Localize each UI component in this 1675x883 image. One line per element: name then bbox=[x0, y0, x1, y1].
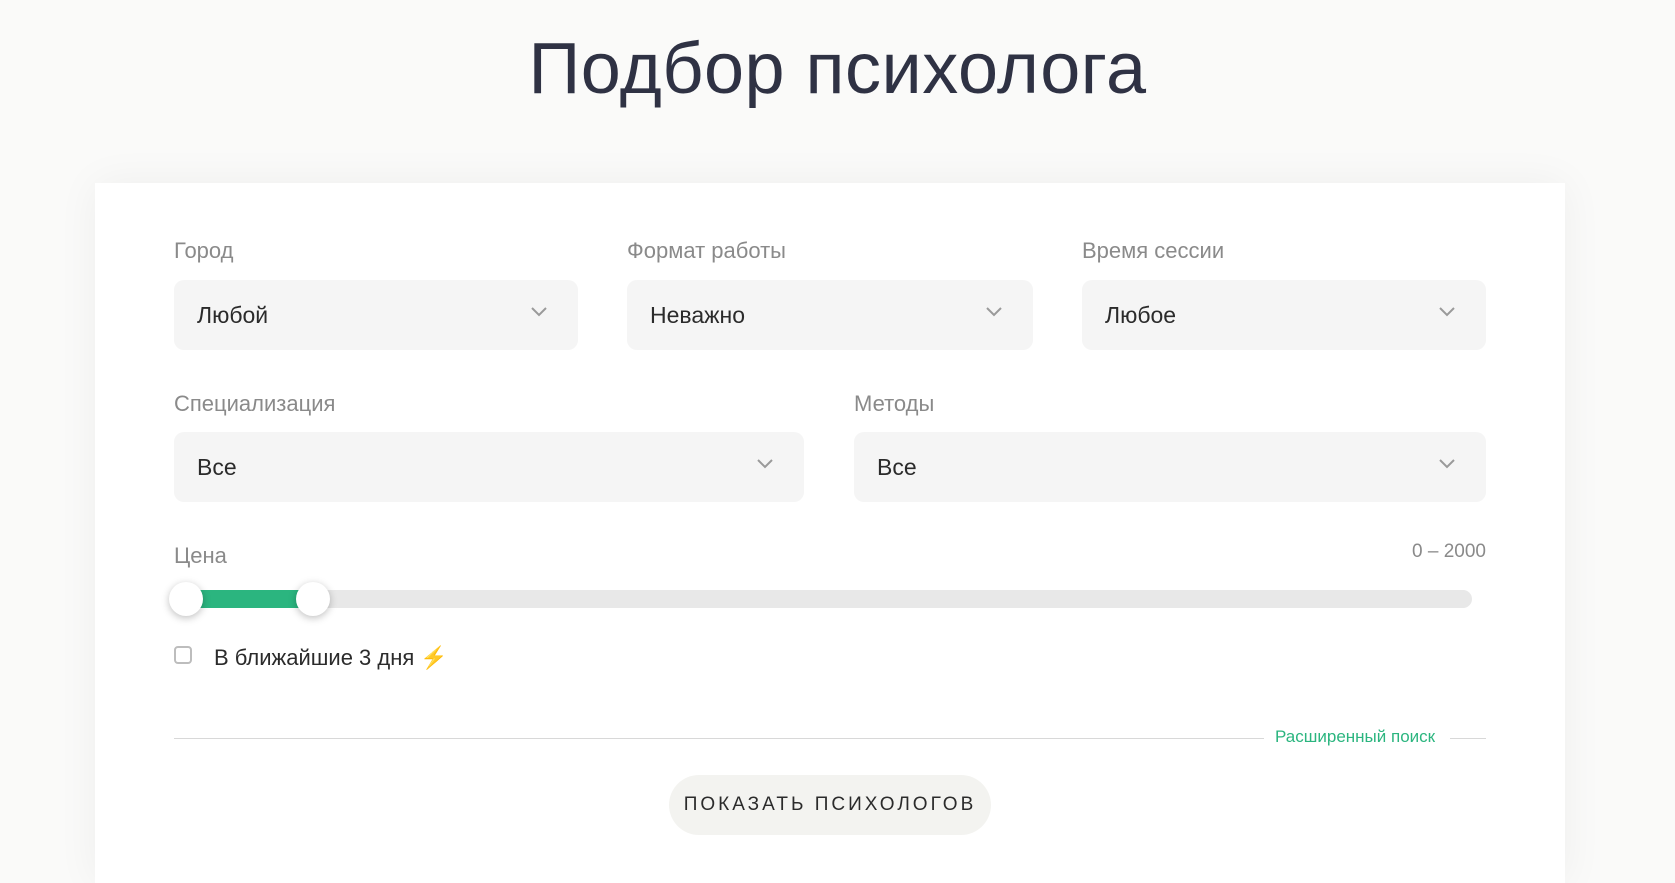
methods-value: Все bbox=[877, 453, 917, 480]
price-max-handle[interactable] bbox=[296, 582, 331, 616]
format-select[interactable]: Неважно bbox=[627, 280, 1033, 350]
specialization-value: Все bbox=[197, 453, 237, 480]
price-slider[interactable] bbox=[169, 582, 1472, 616]
soon-checkbox[interactable] bbox=[174, 646, 192, 664]
filter-card: Город Любой Формат работы Неважно Время … bbox=[95, 183, 1565, 883]
chevron-down-icon bbox=[531, 307, 547, 317]
specialization-label: Специализация bbox=[174, 391, 336, 416]
soon-label-text: В ближайшие 3 дня bbox=[214, 645, 415, 670]
price-slider-fill bbox=[186, 590, 314, 608]
soon-label[interactable]: В ближайшие 3 дня ⚡ bbox=[214, 645, 448, 671]
price-label: Цена bbox=[174, 543, 227, 568]
advanced-search-link[interactable]: Расширенный поиск bbox=[1275, 727, 1435, 747]
time-select[interactable]: Любое bbox=[1082, 280, 1486, 350]
time-label: Время сессии bbox=[1082, 238, 1225, 263]
methods-label: Методы bbox=[854, 391, 935, 416]
lightning-icon: ⚡ bbox=[420, 645, 448, 670]
time-value: Любое bbox=[1105, 301, 1177, 328]
city-select[interactable]: Любой bbox=[174, 280, 578, 350]
specialization-select[interactable]: Все bbox=[174, 432, 804, 502]
chevron-down-icon bbox=[1439, 307, 1455, 317]
city-label: Город bbox=[174, 238, 234, 263]
show-psychologists-button[interactable]: ПОКАЗАТЬ ПСИХОЛОГОВ bbox=[669, 775, 991, 835]
chevron-down-icon bbox=[986, 307, 1002, 317]
format-value: Неважно bbox=[650, 301, 746, 328]
chevron-down-icon bbox=[1439, 459, 1455, 469]
format-label: Формат работы bbox=[627, 238, 786, 263]
chevron-down-icon bbox=[757, 459, 773, 469]
divider bbox=[174, 738, 1264, 739]
city-value: Любой bbox=[197, 301, 269, 328]
methods-select[interactable]: Все bbox=[854, 432, 1486, 502]
divider bbox=[1450, 738, 1486, 739]
price-min-handle[interactable] bbox=[169, 582, 203, 616]
page-title: Подбор психолога bbox=[528, 29, 1147, 109]
price-range-text: 0 – 2000 bbox=[1412, 541, 1486, 562]
